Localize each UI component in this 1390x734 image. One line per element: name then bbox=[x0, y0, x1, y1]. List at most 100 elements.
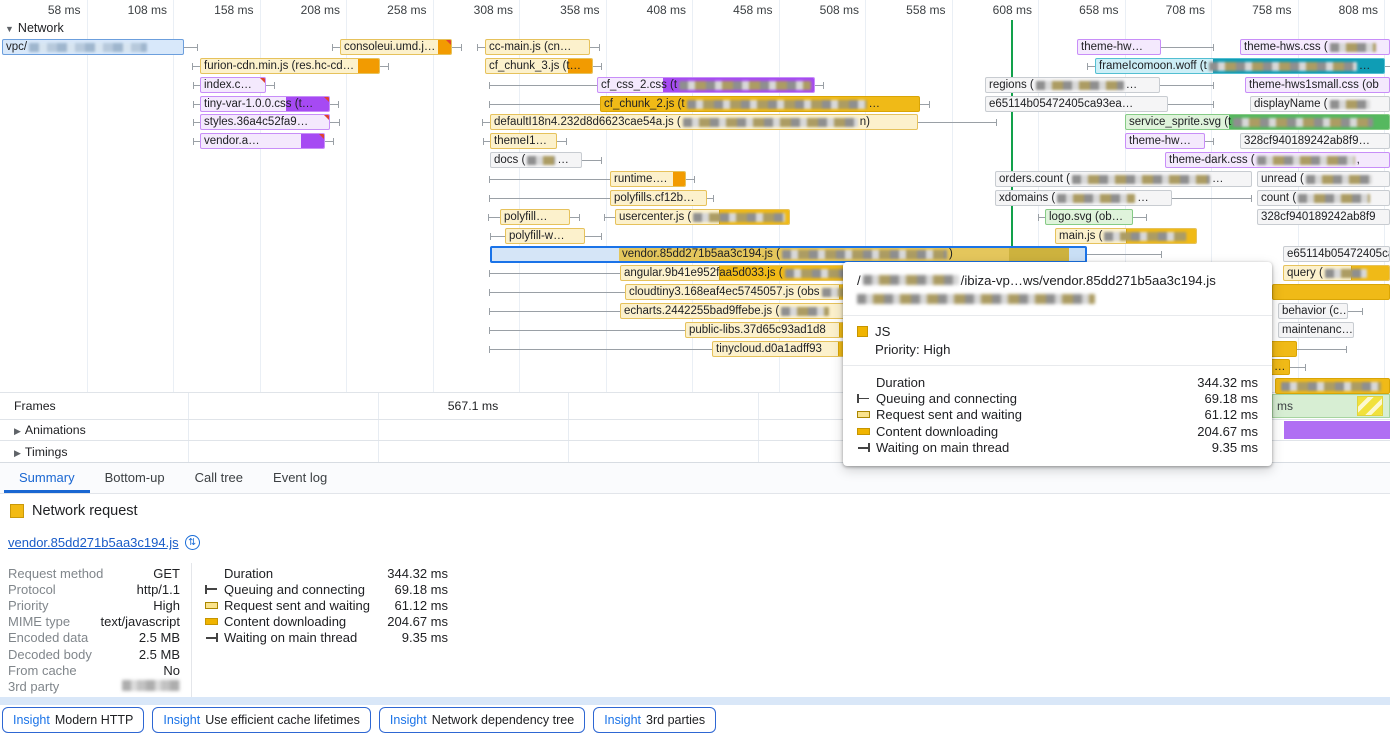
request-label: main.js ( bbox=[1056, 229, 1196, 243]
network-request-bar[interactable]: polyfill-w… bbox=[505, 228, 585, 244]
request-whisker-cap bbox=[197, 44, 198, 51]
redacted-text bbox=[683, 118, 858, 127]
insight-chip-3rd-parties[interactable]: Insight3rd parties bbox=[593, 707, 716, 733]
tab-bottom-up[interactable]: Bottom-up bbox=[90, 465, 180, 493]
ruler-tick-label: 208 ms bbox=[301, 3, 340, 17]
timing-phase-icon bbox=[857, 428, 870, 435]
network-request-bar[interactable]: service_sprite.svg (t bbox=[1125, 114, 1390, 130]
redacted-text bbox=[1233, 118, 1373, 127]
request-label: regions (… bbox=[986, 78, 1159, 92]
insight-chip-modern-http[interactable]: InsightModern HTTP bbox=[2, 707, 144, 733]
network-request-bar[interactable]: cf_css_2.css (t… bbox=[597, 77, 815, 93]
expand-arrow-icon[interactable]: ▶ bbox=[14, 448, 21, 458]
network-request-bar[interactable]: frameIcomoon.woff (t… bbox=[1095, 58, 1385, 74]
network-request-bar[interactable]: xdomains (… bbox=[995, 190, 1172, 206]
network-request-bar[interactable]: query ( bbox=[1283, 265, 1390, 281]
timing-label: Queuing and connecting bbox=[224, 582, 395, 597]
request-whisker bbox=[489, 330, 685, 331]
request-whisker-cap bbox=[489, 346, 490, 353]
insight-label: Network dependency tree bbox=[432, 713, 574, 727]
network-request-bar[interactable]: orders.count (… bbox=[995, 171, 1252, 187]
request-label: xdomains (… bbox=[996, 191, 1171, 205]
network-request-bar[interactable]: usercenter.js ( bbox=[615, 209, 790, 225]
summary-heading: Network request bbox=[10, 503, 138, 519]
network-request-bar[interactable]: consoleui.umd.j… bbox=[340, 39, 452, 55]
timing-value: 204.67 ms bbox=[1197, 424, 1258, 439]
network-request-bar[interactable]: vendor.a… bbox=[200, 133, 325, 149]
timing-phase-icon bbox=[205, 602, 218, 609]
network-request-bar[interactable]: vpc/ bbox=[2, 39, 184, 55]
request-whisker-cap bbox=[488, 214, 489, 221]
ruler-tick-label: 808 ms bbox=[1339, 3, 1378, 17]
request-whisker-cap bbox=[489, 195, 490, 202]
partially-presented-frame[interactable]: ms bbox=[1272, 394, 1390, 418]
network-request-bar[interactable]: defaultI18n4.232d8d6623cae54a.js (n) bbox=[490, 114, 918, 130]
network-request-bar[interactable]: count ( bbox=[1257, 190, 1390, 206]
reveal-in-network-icon[interactable]: ⇅ bbox=[185, 535, 200, 550]
network-request-bar[interactable]: runtime…. bbox=[610, 171, 686, 187]
network-request-bar[interactable]: vendor.85dd271b5aa3c194.js () bbox=[490, 246, 1087, 263]
network-request-bar[interactable]: theme-dark.css (, bbox=[1165, 152, 1390, 168]
request-whisker-cap bbox=[1213, 138, 1214, 145]
network-request-bar[interactable]: theme-hws.css ( bbox=[1240, 39, 1390, 55]
network-request-bar[interactable]: tiny-var-1.0.0.css (t… bbox=[200, 96, 330, 112]
frame-divider bbox=[568, 441, 569, 462]
network-request-bar[interactable]: theme-hws1small.css (ob bbox=[1245, 77, 1390, 93]
insight-label: 3rd parties bbox=[646, 713, 705, 727]
network-request-bar[interactable]: cc-main.js (cn… bbox=[485, 39, 590, 55]
request-label bbox=[1276, 379, 1389, 393]
network-request-bar[interactable]: unread ( bbox=[1257, 171, 1390, 187]
request-field-row: Request methodGET bbox=[8, 565, 180, 581]
insight-chip-network-dependency-tree[interactable]: InsightNetwork dependency tree bbox=[379, 707, 585, 733]
network-request-bar[interactable]: … bbox=[1270, 359, 1290, 375]
request-tooltip: //ibiza-vp…ws/vendor.85dd271b5aa3c194.js… bbox=[843, 262, 1272, 466]
network-request-bar[interactable]: cf_chunk_3.js (t… bbox=[485, 58, 593, 74]
tab-call-tree[interactable]: Call tree bbox=[180, 465, 258, 493]
request-whisker bbox=[489, 292, 625, 293]
expand-arrow-icon[interactable]: ▶ bbox=[14, 426, 21, 436]
network-request-bar[interactable]: theme-hw… bbox=[1077, 39, 1161, 55]
request-whisker-cap bbox=[1087, 63, 1088, 70]
request-whisker bbox=[1168, 104, 1213, 105]
network-request-bar[interactable]: main.js ( bbox=[1055, 228, 1197, 244]
network-request-bar[interactable]: furion-cdn.min.js (res.hc-cd… bbox=[200, 58, 380, 74]
network-request-bar[interactable]: 328cf940189242ab8f9… bbox=[1240, 133, 1390, 149]
animation-bar[interactable] bbox=[1284, 421, 1390, 439]
network-request-bar[interactable]: logo.svg (ob… bbox=[1045, 209, 1133, 225]
tab-summary[interactable]: Summary bbox=[4, 465, 90, 493]
timing-row: Duration344.32 ms bbox=[205, 565, 448, 581]
request-whisker-cap bbox=[388, 63, 389, 70]
network-request-bar[interactable]: docs (… bbox=[490, 152, 582, 168]
request-whisker-cap bbox=[1213, 44, 1214, 51]
network-request-bar[interactable]: regions (… bbox=[985, 77, 1160, 93]
network-request-bar[interactable]: styles.36a4c52fa9… bbox=[200, 114, 330, 130]
request-whisker bbox=[325, 141, 333, 142]
request-whisker-cap bbox=[694, 176, 695, 183]
timing-label: Waiting on main thread bbox=[876, 440, 1212, 455]
tab-event-log[interactable]: Event log bbox=[258, 465, 342, 493]
network-request-bar[interactable]: themeI1… bbox=[490, 133, 557, 149]
network-request-bar[interactable]: index.c… bbox=[200, 77, 266, 93]
network-request-bar[interactable]: cf_chunk_2.js (t… bbox=[600, 96, 920, 112]
network-request-bar[interactable]: e65114b05472405ca93ea… bbox=[985, 96, 1168, 112]
frame-divider bbox=[758, 441, 759, 462]
network-track-header[interactable]: ▼Network bbox=[5, 21, 64, 35]
network-request-bar[interactable]: displayName ( bbox=[1250, 96, 1390, 112]
network-request-bar[interactable] bbox=[1272, 284, 1390, 300]
network-request-bar[interactable]: 328cf940189242ab8f9 bbox=[1257, 209, 1390, 225]
insight-chip-use-efficient-cache-lifetimes[interactable]: InsightUse efficient cache lifetimes bbox=[152, 707, 371, 733]
request-file-link[interactable]: vendor.85dd271b5aa3c194.js bbox=[8, 535, 179, 550]
network-request-bar[interactable]: e65114b05472405ca9 bbox=[1283, 246, 1390, 262]
network-request-bar[interactable]: polyfill… bbox=[500, 209, 570, 225]
network-request-color-swatch bbox=[10, 504, 24, 518]
network-request-bar[interactable]: maintenanc… bbox=[1278, 322, 1354, 338]
network-request-bar[interactable] bbox=[1270, 341, 1297, 357]
request-field-row: Encoded data2.5 MB bbox=[8, 630, 180, 646]
summary-bottom-separator bbox=[0, 697, 1390, 705]
network-request-bar[interactable]: polyfills.cf12b… bbox=[610, 190, 707, 206]
network-request-bar[interactable] bbox=[1275, 378, 1390, 394]
network-request-bar[interactable]: theme-hw… bbox=[1125, 133, 1205, 149]
field-label: Encoded data bbox=[8, 630, 88, 645]
request-whisker-cap bbox=[604, 214, 605, 221]
network-request-bar[interactable]: behavior (c… bbox=[1278, 303, 1348, 319]
